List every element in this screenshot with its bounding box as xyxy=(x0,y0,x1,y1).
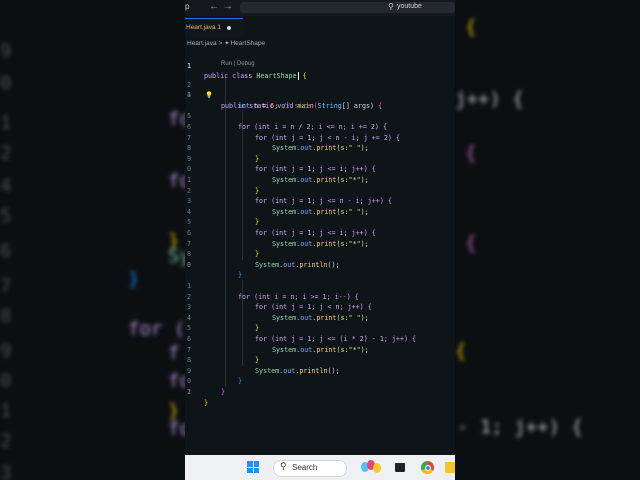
bg-line-number: 7 xyxy=(0,275,12,297)
bg-code-fragment: Sy xyxy=(168,245,185,267)
windows-taskbar: ⚲ Search xyxy=(185,455,455,480)
code-line: 6 System.out.print(s:"*"); xyxy=(185,323,455,354)
forward-arrow-icon[interactable]: → xyxy=(223,1,233,12)
code-token: } xyxy=(204,398,209,407)
search-icon: ⚲ xyxy=(388,2,394,11)
bg-line-number: 9 xyxy=(0,340,12,362)
breadcrumb-file[interactable]: Heart.java xyxy=(187,40,217,47)
code-line: 1 } xyxy=(185,164,455,195)
tab-heart-java[interactable]: Heart.java 1 xyxy=(185,18,243,37)
code-line: 7 } xyxy=(185,334,455,365)
windows-logo-icon[interactable] xyxy=(247,461,259,473)
code-line: 6 System.out.print(s:"*"); xyxy=(185,217,455,248)
unsaved-dot-icon[interactable] xyxy=(227,26,231,30)
line-number: 0 xyxy=(186,260,191,269)
code-line: 2 for (int j = 1; j < n; j++) { xyxy=(185,281,455,312)
code-line: 5 for (int j = 1; j <= (i * 2) - 1; j++)… xyxy=(185,313,455,343)
bg-line-number: 1 xyxy=(0,112,12,134)
bg-code-fragment: - 1; j++) { xyxy=(457,416,583,438)
code-line: 0 xyxy=(185,260,455,271)
code-line: 1 for (int i = n; i >= 1; i--) { xyxy=(185,270,455,301)
bg-code-fragment: j++) { xyxy=(455,88,524,110)
code-line: 7 System.out.print(s:" "); xyxy=(185,122,455,153)
bg-code-fragment: fo xyxy=(168,418,185,440)
bg-code-fragment: for (i xyxy=(128,318,185,340)
bg-code-fragment: fo xyxy=(168,170,185,192)
bg-code-fragment: f xyxy=(168,342,180,364)
code-line: 2 💡 public static void main(String[] arg… xyxy=(185,69,455,110)
code-line: 9 } xyxy=(185,355,455,386)
bg-line-number: 4 xyxy=(0,175,12,197)
code-line: 1 public class HeartShape { xyxy=(185,50,455,81)
code-line: 8 System.out.println(); xyxy=(185,345,455,375)
bg-code-fragment: { xyxy=(455,340,467,362)
bg-line-number: 3 xyxy=(0,462,12,480)
bg-code-fragment: fo xyxy=(168,370,185,392)
search-icon: ⚲ xyxy=(280,462,287,472)
taskbar-search-label: Search xyxy=(292,463,318,472)
taskbar-search-box[interactable]: ⚲ Search xyxy=(273,460,347,477)
vscode-window: p ← → ⚲ youtube Heart.java 1 Heart.java >… xyxy=(185,0,455,480)
tab-bar: Heart.java 1 xyxy=(185,18,455,37)
code-line: 8 } xyxy=(185,133,455,163)
taskbar-app-icon[interactable] xyxy=(395,463,405,472)
code-line: 9 } xyxy=(185,249,455,280)
line-number: 4 xyxy=(186,91,191,100)
code-line: 8 System.out.println(); xyxy=(185,239,455,269)
balloons-widget-icon[interactable] xyxy=(361,460,385,476)
run-debug-codelens[interactable]: Run | Debug xyxy=(221,61,255,67)
code-line: 9 for (int j = 1; j <= i; j++) { xyxy=(185,143,455,174)
bg-line-number: 2 xyxy=(0,430,12,452)
code-line: 2 for (int j = 1; j <= n - i; j++) { xyxy=(185,175,455,206)
command-center-search[interactable]: ⚲ youtube xyxy=(240,2,455,13)
code-line: 1 } xyxy=(185,376,455,407)
back-arrow-icon[interactable]: ← xyxy=(209,1,219,12)
code-line: 3 System.out.print(s:" "); xyxy=(185,292,455,322)
bg-code-fragment: { xyxy=(465,232,477,254)
code-line: 3 int n = 6; // size xyxy=(185,80,455,110)
bg-line-number: 1 xyxy=(0,400,12,422)
code-line: 4 xyxy=(185,90,455,101)
breadcrumb: Heart.java > ✦HeartShape xyxy=(187,40,265,50)
blurred-background-left: 9 0 1 2 4 5 6 7 8 9 0 1 2 3 for fo } Sy … xyxy=(0,0,185,480)
bg-line-number: 6 xyxy=(0,240,12,262)
code-line: 0 } xyxy=(185,366,455,396)
file-explorer-icon[interactable] xyxy=(445,462,455,473)
bg-code-fragment: } xyxy=(128,268,140,290)
code-line: 5 for (int j = 1; j <= i; j++) { xyxy=(185,207,455,237)
breadcrumb-class[interactable]: HeartShape xyxy=(230,40,265,47)
search-text: youtube xyxy=(397,3,422,10)
breadcrumb-separator: > xyxy=(218,40,223,47)
bg-line-number: 9 xyxy=(0,40,12,62)
line-number: 2 xyxy=(186,388,191,396)
bg-line-number: 2 xyxy=(0,142,12,164)
bg-line-number: 8 xyxy=(0,305,12,327)
bg-code-fragment: { xyxy=(465,142,477,164)
code-line: 0 System.out.print(s:"*"); xyxy=(185,154,455,184)
bg-code-fragment: { xyxy=(465,16,477,38)
code-line: 5 for (int i = n / 2; i <= n; i += 2) { xyxy=(185,101,455,131)
bg-line-number: 0 xyxy=(0,370,12,392)
code-line: 6 for (int j = 1; j < n - i; j += 2) { xyxy=(185,111,455,142)
app-menu-letter[interactable]: p xyxy=(185,2,189,11)
code-line: 4 } xyxy=(185,196,455,227)
code-line: 2 xyxy=(185,387,455,398)
tab-label: Heart.java 1 xyxy=(186,24,222,31)
bg-line-number: 0 xyxy=(0,72,12,94)
bg-code-fragment: for xyxy=(168,108,185,130)
code-line: 3 System.out.print(s:" "); xyxy=(185,186,455,216)
class-icon: ✦ xyxy=(224,41,230,47)
code-line: 7 } xyxy=(185,228,455,259)
chrome-icon[interactable] xyxy=(421,461,434,474)
blurred-background-right: { j++) { { { { - 1; j++) { xyxy=(455,0,640,480)
code-line: 4 } xyxy=(185,302,455,333)
title-bar: p ← → ⚲ youtube xyxy=(185,0,455,16)
bg-line-number: 5 xyxy=(0,205,12,227)
